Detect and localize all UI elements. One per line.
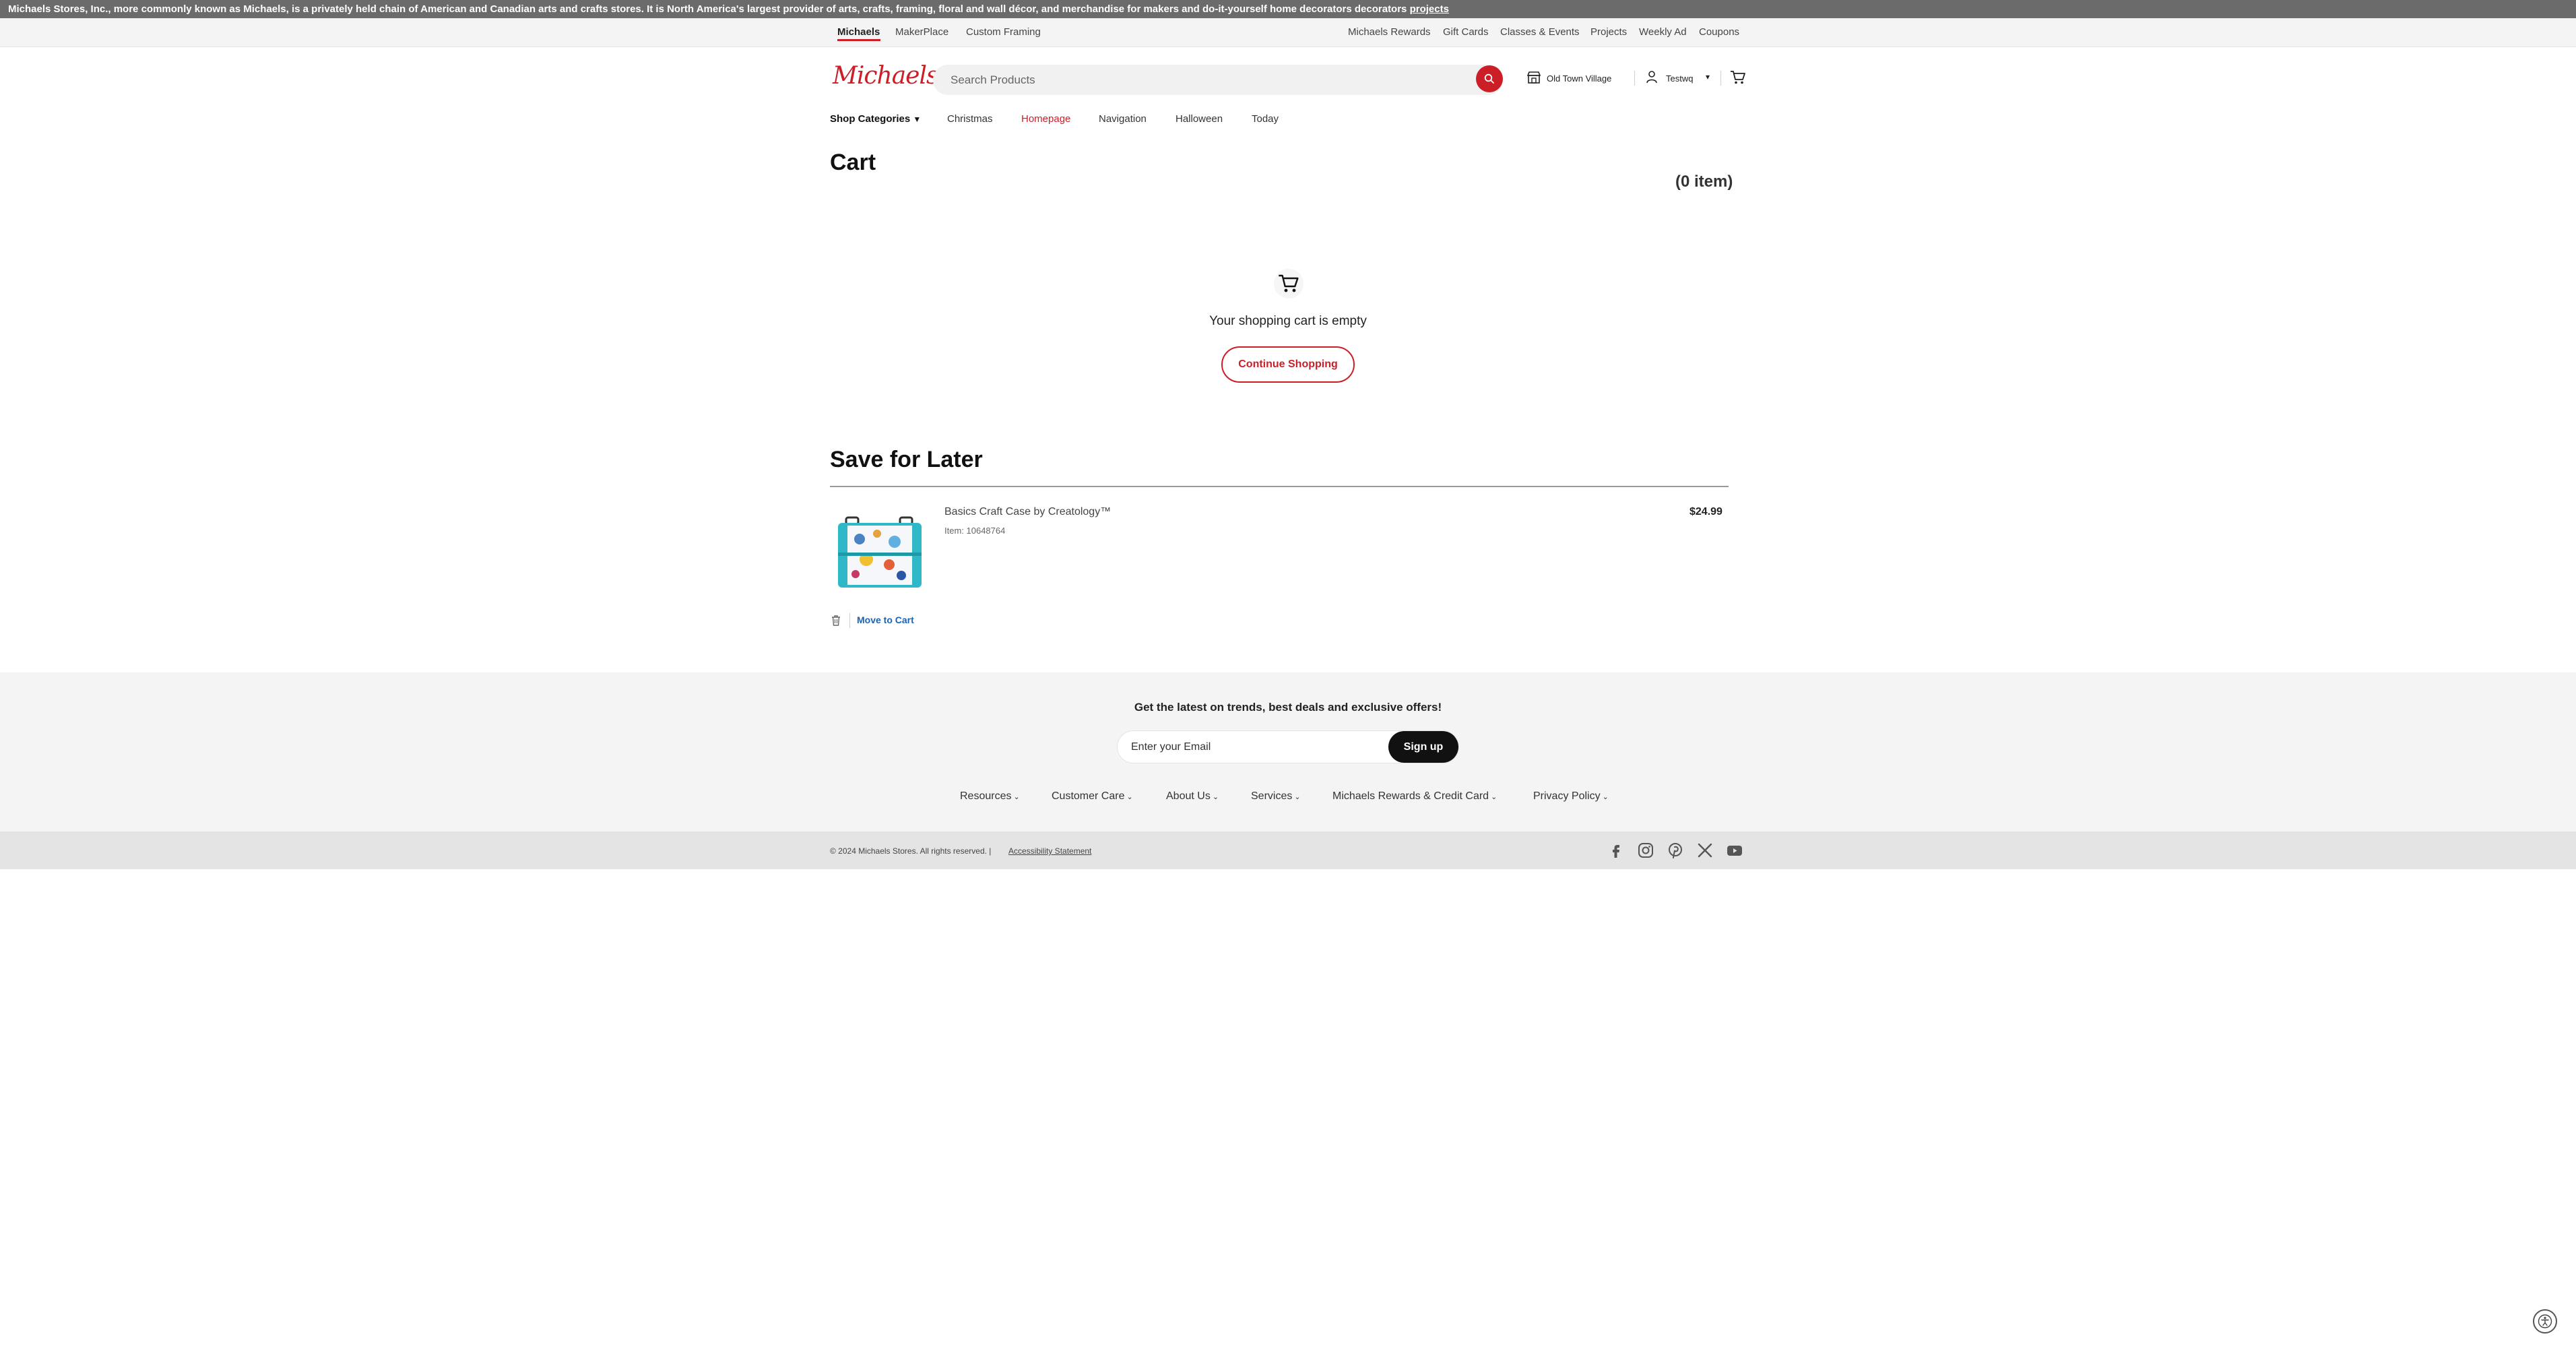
- user-icon[interactable]: [1646, 70, 1658, 84]
- product-price: $24.99: [1689, 506, 1722, 517]
- utility-link-rewards[interactable]: Michaels Rewards: [1348, 26, 1431, 38]
- header-divider: [1720, 71, 1721, 86]
- footer-link-services[interactable]: Services ⌄: [1251, 790, 1301, 803]
- nav-item-today[interactable]: Today: [1252, 113, 1279, 125]
- active-tab-indicator: [837, 39, 880, 41]
- continue-shopping-button[interactable]: Continue Shopping: [1221, 346, 1355, 383]
- footer-link-resources[interactable]: Resources ⌄: [960, 790, 1020, 803]
- shop-categories-menu[interactable]: Shop Categories ▼: [830, 113, 921, 125]
- chevron-down-icon: ⌄: [1013, 793, 1020, 801]
- utility-link-weekly-ad[interactable]: Weekly Ad: [1639, 26, 1687, 38]
- action-divider: [849, 613, 850, 628]
- footer-link-rewards-credit-card[interactable]: Michaels Rewards & Credit Card ⌄: [1332, 790, 1497, 803]
- footer-link-label: Privacy Policy: [1533, 790, 1601, 802]
- footer-link-customer-care[interactable]: Customer Care ⌄: [1052, 790, 1133, 803]
- utility-link-custom-framing[interactable]: Custom Framing: [966, 26, 1041, 38]
- trash-icon[interactable]: [830, 615, 842, 627]
- user-name[interactable]: Testwq: [1666, 73, 1693, 84]
- nav-item-christmas[interactable]: Christmas: [947, 113, 993, 125]
- chevron-down-icon[interactable]: ▾: [1706, 72, 1710, 82]
- signup-button[interactable]: Sign up: [1388, 731, 1458, 763]
- page-title: Cart: [830, 150, 876, 175]
- product-image[interactable]: [833, 512, 927, 593]
- footer-link-label: Services: [1251, 790, 1293, 802]
- footer-link-label: Customer Care: [1052, 790, 1125, 802]
- empty-cart-icon: [1274, 269, 1303, 299]
- product-item-number: Item: 10648764: [944, 526, 1006, 536]
- search-icon: [1484, 73, 1494, 84]
- footer-link-label: Resources: [960, 790, 1012, 802]
- header-divider: [1634, 71, 1635, 86]
- footer-link-about-us[interactable]: About Us ⌄: [1166, 790, 1219, 803]
- utility-link-coupons[interactable]: Coupons: [1699, 26, 1739, 38]
- banner-text: Michaels Stores, Inc., more commonly kno…: [8, 3, 1407, 15]
- footer-bottom-bar: [0, 831, 2576, 869]
- top-banner: Michaels Stores, Inc., more commonly kno…: [0, 0, 2576, 18]
- x-icon[interactable]: [1696, 842, 1714, 859]
- accessibility-statement-link[interactable]: Accessibility Statement: [1008, 846, 1091, 856]
- store-name[interactable]: Old Town Village: [1547, 73, 1611, 84]
- cart-icon[interactable]: [1730, 70, 1746, 85]
- cart-icon: [1279, 274, 1299, 292]
- michaels-logo[interactable]: Michaels: [833, 62, 938, 90]
- banner-projects-link[interactable]: projects: [1410, 3, 1449, 15]
- search-input[interactable]: [951, 65, 1456, 95]
- accessibility-icon: [2538, 1314, 2552, 1329]
- caret-down-icon: ▼: [913, 115, 922, 124]
- utility-link-projects[interactable]: Projects: [1590, 26, 1627, 38]
- move-to-cart-link[interactable]: Move to Cart: [857, 615, 914, 625]
- nav-item-navigation[interactable]: Navigation: [1099, 113, 1147, 125]
- footer-link-privacy-policy[interactable]: Privacy Policy ⌄: [1533, 790, 1609, 803]
- footer-link-label: About Us: [1166, 790, 1211, 802]
- chevron-down-icon: ⌄: [1126, 793, 1133, 801]
- chevron-down-icon: ⌄: [1491, 793, 1498, 801]
- empty-cart-message: Your shopping cart is empty: [1209, 314, 1367, 328]
- logo-text: Michaels: [833, 62, 938, 90]
- section-divider: [830, 486, 1729, 487]
- search-bar: [933, 65, 1503, 95]
- search-button[interactable]: [1476, 65, 1503, 92]
- utility-link-classes-events[interactable]: Classes & Events: [1500, 26, 1580, 38]
- instagram-icon[interactable]: [1637, 842, 1654, 859]
- newsletter-heading: Get the latest on trends, best deals and…: [1134, 701, 1442, 714]
- utility-link-makerplace[interactable]: MakerPlace: [895, 26, 948, 38]
- cart-item-count: (0 item): [1675, 172, 1733, 191]
- footer-link-label: Michaels Rewards & Credit Card: [1332, 790, 1489, 802]
- nav-item-homepage[interactable]: Homepage: [1021, 113, 1070, 125]
- utility-link-gift-cards[interactable]: Gift Cards: [1443, 26, 1489, 38]
- facebook-icon[interactable]: [1607, 842, 1625, 859]
- copyright-text: © 2024 Michaels Stores. All rights reser…: [830, 846, 992, 856]
- email-field[interactable]: [1131, 731, 1387, 763]
- shop-categories-label: Shop Categories: [830, 113, 911, 125]
- utility-link-michaels[interactable]: Michaels: [837, 26, 880, 38]
- youtube-icon[interactable]: [1726, 842, 1743, 859]
- pinterest-icon[interactable]: [1667, 842, 1684, 859]
- nav-item-halloween[interactable]: Halloween: [1176, 113, 1223, 125]
- chevron-down-icon: ⌄: [1212, 793, 1219, 801]
- save-for-later-title: Save for Later: [830, 447, 983, 472]
- accessibility-widget-button[interactable]: [2533, 1309, 2557, 1333]
- chevron-down-icon: ⌄: [1602, 793, 1609, 801]
- chevron-down-icon: ⌄: [1294, 793, 1301, 801]
- product-name[interactable]: Basics Craft Case by Creatology™: [944, 506, 1111, 518]
- store-icon[interactable]: [1526, 71, 1541, 84]
- utility-bar: [0, 18, 2576, 47]
